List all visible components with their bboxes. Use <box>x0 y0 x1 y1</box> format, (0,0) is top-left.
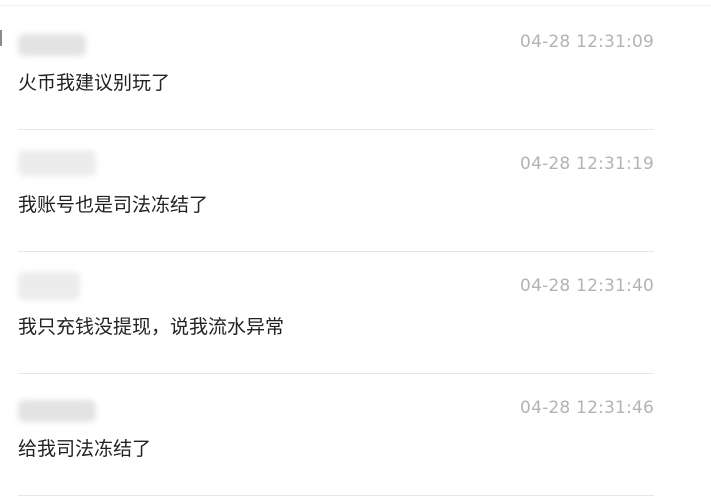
username-redacted[interactable] <box>18 400 96 422</box>
avatar-edge <box>0 30 2 46</box>
comment-text: 我只充钱没提现，说我流水异常 <box>18 316 285 338</box>
comment-item: 04-28 12:31:19 我账号也是司法冻结了 <box>18 130 654 252</box>
comment-timestamp: 04-28 12:31:40 <box>520 276 654 296</box>
username-redacted[interactable] <box>18 272 80 300</box>
comment-timestamp: 04-28 12:31:19 <box>520 154 654 174</box>
comment-item: 04-28 12:31:09 火币我建议别玩了 <box>18 8 654 130</box>
username-redacted[interactable] <box>18 150 96 176</box>
top-divider <box>0 5 711 6</box>
comment-text: 给我司法冻结了 <box>18 438 152 460</box>
comment-item: 04-28 12:31:46 给我司法冻结了 <box>18 374 654 496</box>
comment-timestamp: 04-28 12:31:09 <box>520 32 654 52</box>
comment-text: 火币我建议别玩了 <box>18 72 171 94</box>
comment-text: 我账号也是司法冻结了 <box>18 194 209 216</box>
username-redacted[interactable] <box>18 34 86 56</box>
comment-timestamp: 04-28 12:31:46 <box>520 398 654 418</box>
comment-divider <box>18 495 654 496</box>
comment-item: 04-28 12:31:40 我只充钱没提现，说我流水异常 <box>18 252 654 374</box>
